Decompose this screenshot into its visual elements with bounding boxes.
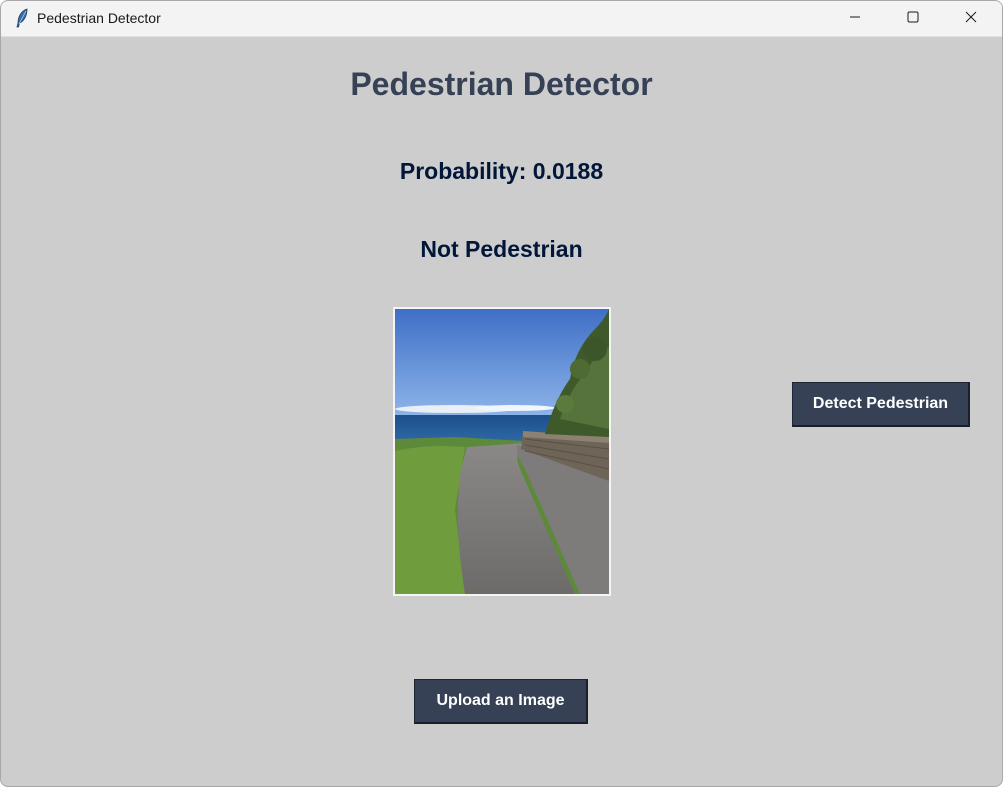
close-button[interactable]	[942, 1, 1000, 36]
minimize-icon	[849, 10, 861, 28]
app-window: Pedestrian Detector Pedestrian Detector …	[0, 0, 1003, 787]
uploaded-image	[393, 307, 611, 596]
maximize-button[interactable]	[884, 1, 942, 36]
coastal-road-photo	[395, 309, 609, 594]
probability-label: Probability: 0.0188	[399, 158, 604, 184]
minimize-button[interactable]	[826, 1, 884, 36]
maximize-icon	[907, 10, 919, 28]
window-title: Pedestrian Detector	[37, 10, 161, 26]
detect-pedestrian-button[interactable]: Detect Pedestrian	[792, 382, 970, 427]
title-bar[interactable]: Pedestrian Detector	[1, 1, 1002, 37]
upload-image-button[interactable]: Upload an Image	[414, 679, 588, 724]
page-title: Pedestrian Detector	[350, 66, 653, 102]
result-label: Not Pedestrian	[420, 236, 583, 262]
feather-icon	[15, 8, 29, 28]
close-icon	[965, 10, 977, 28]
